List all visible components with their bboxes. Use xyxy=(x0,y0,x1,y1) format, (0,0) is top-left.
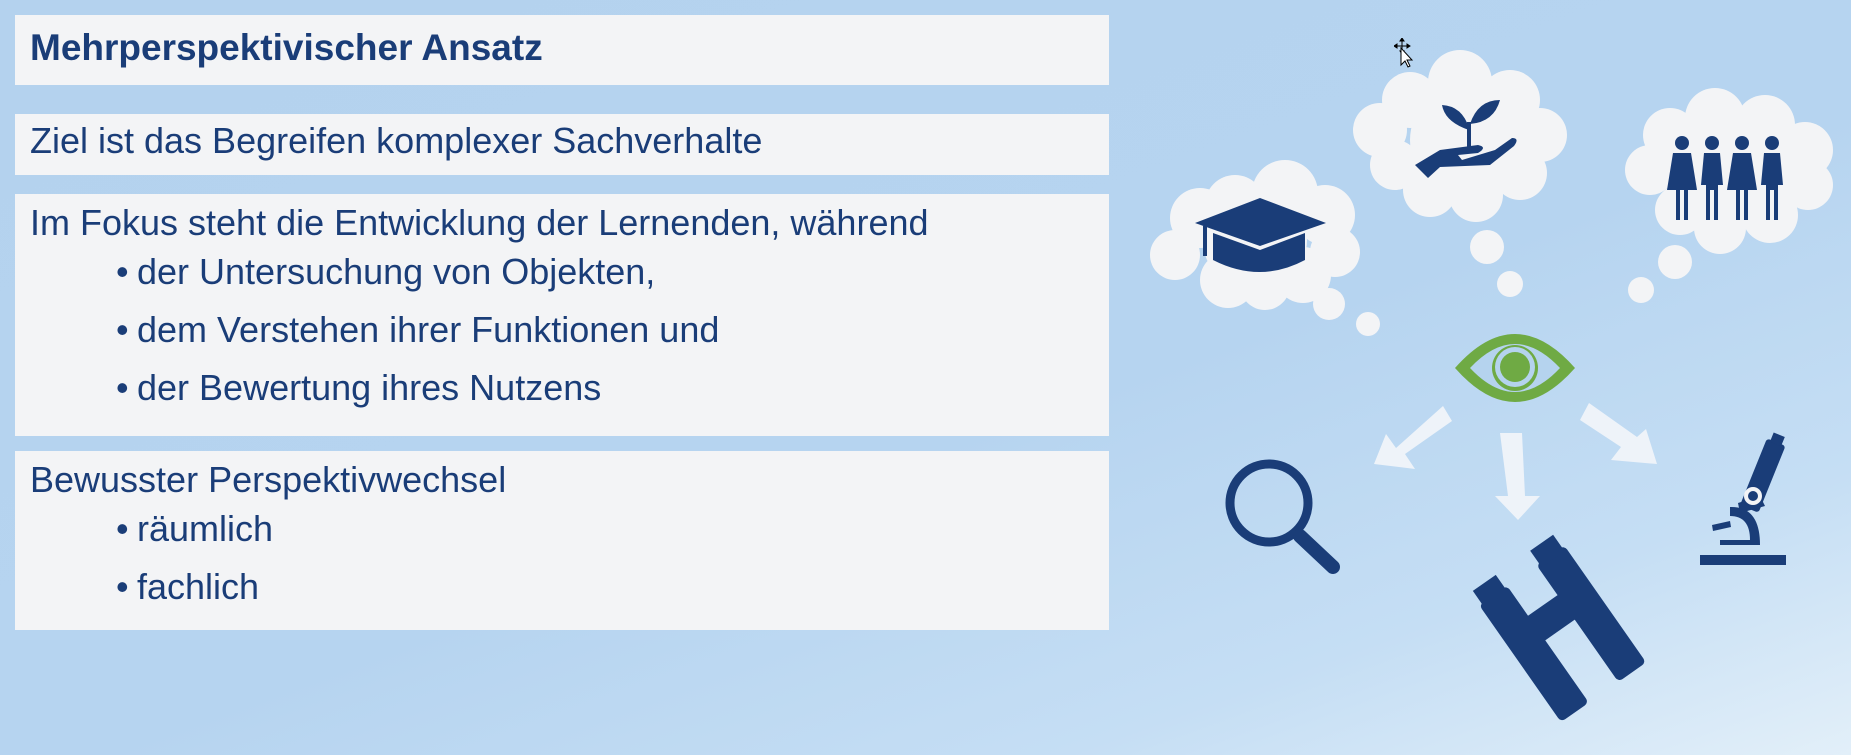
list-item: • räumlich xyxy=(30,500,1109,558)
arrow-right-icon xyxy=(1580,403,1657,464)
thought-cloud-education xyxy=(1150,160,1380,336)
magnifier-icon xyxy=(1225,459,1340,574)
arrow-down-icon xyxy=(1495,433,1540,520)
page-title: Mehrperspektivischer Ansatz xyxy=(30,27,543,68)
list-item: • der Untersuchung von Objekten, xyxy=(30,243,1109,301)
perspective-arrows xyxy=(1374,403,1657,520)
bullet: • xyxy=(116,367,129,408)
change-intro: Bewusster Perspektivwechsel xyxy=(30,459,507,500)
bullet: • xyxy=(116,508,129,549)
title-box: Mehrperspektivischer Ansatz xyxy=(15,15,1109,85)
thought-cloud-society xyxy=(1625,88,1833,303)
list-item: • dem Verstehen ihrer Funktionen und xyxy=(30,301,1109,359)
focus-intro: Im Fokus steht die Entwicklung der Lerne… xyxy=(30,202,929,243)
focus-box: Im Fokus steht die Entwicklung der Lerne… xyxy=(15,194,1109,436)
goal-text: Ziel ist das Begreifen komplexer Sachver… xyxy=(30,120,763,161)
arrow-left-icon xyxy=(1374,406,1452,469)
bullet: • xyxy=(116,309,129,350)
change-box: Bewusster Perspektivwechsel • räumlich • f… xyxy=(15,451,1109,630)
goal-box: Ziel ist das Begreifen komplexer Sachver… xyxy=(15,114,1109,175)
move-cursor-icon xyxy=(1394,38,1414,68)
change-list: • räumlich • fachlich xyxy=(30,500,1109,616)
list-item: • der Bewertung ihres Nutzens xyxy=(30,359,1109,417)
perspective-illustration xyxy=(1150,50,1833,721)
microscope-icon xyxy=(1700,432,1786,565)
bullet: • xyxy=(116,566,129,607)
bullet: • xyxy=(116,251,129,292)
eye-icon xyxy=(1455,334,1575,402)
binoculars-icon xyxy=(1472,534,1645,721)
list-item: • fachlich xyxy=(30,558,1109,616)
thought-cloud-sustainability xyxy=(1353,50,1567,297)
focus-list: • der Untersuchung von Objekten, • dem Ver… xyxy=(30,243,1109,417)
